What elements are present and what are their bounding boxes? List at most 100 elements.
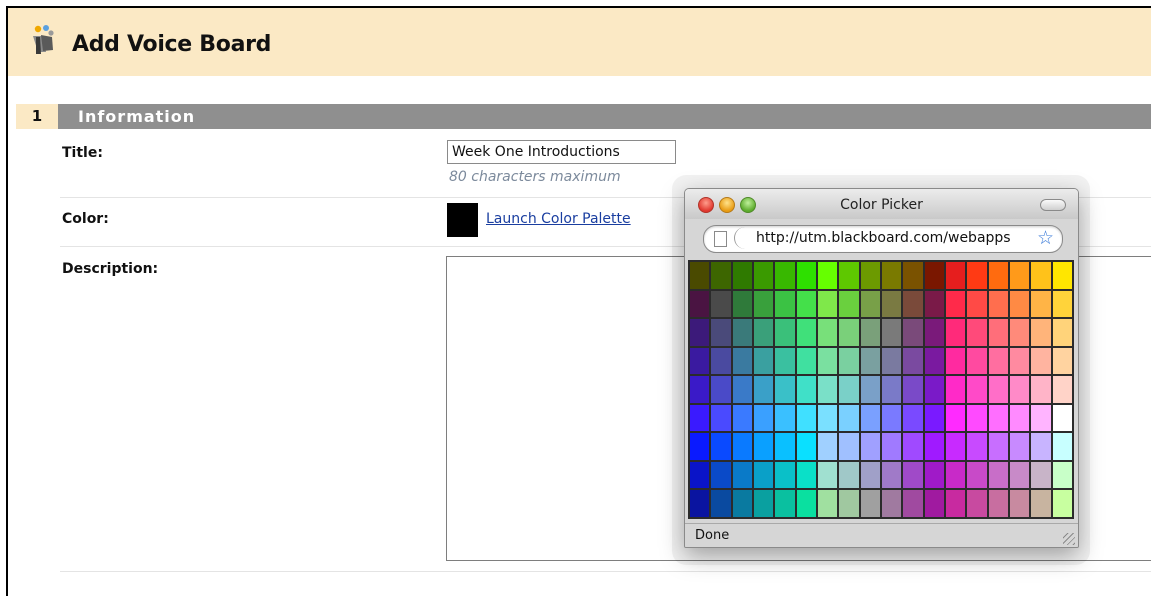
palette-color-swatch[interactable] [690, 347, 710, 375]
palette-color-swatch[interactable] [754, 347, 774, 375]
palette-color-swatch[interactable] [796, 433, 816, 460]
palette-color-swatch[interactable] [1052, 433, 1072, 460]
palette-color-swatch[interactable] [1052, 319, 1072, 346]
palette-color-swatch[interactable] [924, 347, 944, 375]
palette-color-swatch[interactable] [732, 433, 752, 460]
palette-color-swatch[interactable] [860, 433, 880, 460]
palette-color-swatch[interactable] [924, 376, 944, 403]
palette-color-swatch[interactable] [732, 490, 752, 517]
palette-color-swatch[interactable] [754, 290, 774, 318]
palette-color-swatch[interactable] [775, 347, 795, 375]
palette-color-swatch[interactable] [690, 404, 710, 432]
palette-color-swatch[interactable] [946, 290, 966, 318]
palette-color-swatch[interactable] [988, 404, 1008, 432]
palette-color-swatch[interactable] [690, 319, 710, 346]
palette-color-swatch[interactable] [796, 376, 816, 403]
palette-color-swatch[interactable] [860, 319, 880, 346]
palette-color-swatch[interactable] [796, 290, 816, 318]
palette-color-swatch[interactable] [860, 490, 880, 517]
palette-color-swatch[interactable] [754, 404, 774, 432]
palette-color-swatch[interactable] [860, 347, 880, 375]
palette-color-swatch[interactable] [818, 490, 838, 517]
palette-color-swatch[interactable] [1031, 319, 1051, 346]
palette-color-swatch[interactable] [775, 319, 795, 346]
palette-color-swatch[interactable] [924, 262, 944, 289]
palette-color-swatch[interactable] [711, 490, 731, 517]
palette-color-swatch[interactable] [839, 319, 859, 346]
palette-color-swatch[interactable] [946, 461, 966, 489]
palette-color-swatch[interactable] [967, 319, 987, 346]
palette-color-swatch[interactable] [882, 319, 902, 346]
palette-color-swatch[interactable] [903, 376, 923, 403]
palette-color-swatch[interactable] [903, 433, 923, 460]
palette-color-swatch[interactable] [775, 290, 795, 318]
palette-color-swatch[interactable] [732, 319, 752, 346]
palette-color-swatch[interactable] [839, 376, 859, 403]
palette-color-swatch[interactable] [860, 262, 880, 289]
palette-color-swatch[interactable] [690, 376, 710, 403]
palette-color-swatch[interactable] [711, 404, 731, 432]
palette-color-swatch[interactable] [1010, 290, 1030, 318]
palette-color-swatch[interactable] [882, 347, 902, 375]
palette-color-swatch[interactable] [1010, 262, 1030, 289]
resize-grip-icon[interactable] [1063, 533, 1075, 545]
palette-color-swatch[interactable] [711, 461, 731, 489]
palette-color-swatch[interactable] [711, 262, 731, 289]
palette-color-swatch[interactable] [1052, 347, 1072, 375]
palette-color-swatch[interactable] [711, 290, 731, 318]
palette-color-swatch[interactable] [839, 433, 859, 460]
palette-color-swatch[interactable] [860, 404, 880, 432]
palette-color-swatch[interactable] [818, 262, 838, 289]
palette-color-swatch[interactable] [967, 347, 987, 375]
palette-color-swatch[interactable] [1031, 290, 1051, 318]
palette-color-swatch[interactable] [860, 461, 880, 489]
palette-color-swatch[interactable] [839, 404, 859, 432]
palette-color-swatch[interactable] [1010, 347, 1030, 375]
palette-color-swatch[interactable] [775, 376, 795, 403]
palette-color-swatch[interactable] [924, 461, 944, 489]
palette-color-swatch[interactable] [882, 433, 902, 460]
palette-color-swatch[interactable] [818, 433, 838, 460]
palette-color-swatch[interactable] [903, 490, 923, 517]
palette-color-swatch[interactable] [754, 319, 774, 346]
palette-color-swatch[interactable] [711, 433, 731, 460]
palette-color-swatch[interactable] [924, 319, 944, 346]
palette-color-swatch[interactable] [1031, 347, 1051, 375]
palette-color-swatch[interactable] [1010, 319, 1030, 346]
palette-color-swatch[interactable] [882, 490, 902, 517]
palette-color-swatch[interactable] [967, 376, 987, 403]
palette-color-swatch[interactable] [924, 490, 944, 517]
toolbar-toggle-button[interactable] [1040, 199, 1066, 211]
palette-color-swatch[interactable] [775, 461, 795, 489]
palette-color-swatch[interactable] [732, 461, 752, 489]
palette-color-swatch[interactable] [946, 319, 966, 346]
palette-color-swatch[interactable] [946, 262, 966, 289]
palette-color-swatch[interactable] [903, 319, 923, 346]
palette-color-swatch[interactable] [946, 376, 966, 403]
palette-color-swatch[interactable] [839, 347, 859, 375]
palette-color-swatch[interactable] [796, 461, 816, 489]
palette-color-swatch[interactable] [924, 404, 944, 432]
launch-color-palette-link[interactable]: Launch Color Palette [486, 211, 631, 227]
palette-color-swatch[interactable] [903, 347, 923, 375]
palette-color-swatch[interactable] [711, 376, 731, 403]
palette-color-swatch[interactable] [711, 319, 731, 346]
palette-color-swatch[interactable] [1031, 376, 1051, 403]
palette-color-swatch[interactable] [818, 319, 838, 346]
palette-color-swatch[interactable] [967, 262, 987, 289]
palette-color-swatch[interactable] [1052, 461, 1072, 489]
palette-color-swatch[interactable] [754, 376, 774, 403]
palette-color-swatch[interactable] [1010, 461, 1030, 489]
palette-color-swatch[interactable] [754, 461, 774, 489]
palette-color-swatch[interactable] [732, 262, 752, 289]
palette-color-swatch[interactable] [882, 290, 902, 318]
palette-color-swatch[interactable] [1031, 461, 1051, 489]
palette-color-swatch[interactable] [882, 376, 902, 403]
palette-color-swatch[interactable] [818, 376, 838, 403]
palette-color-swatch[interactable] [967, 490, 987, 517]
palette-color-swatch[interactable] [882, 404, 902, 432]
bookmark-star-icon[interactable]: ☆ [1037, 227, 1054, 249]
palette-color-swatch[interactable] [967, 404, 987, 432]
palette-color-swatch[interactable] [1052, 290, 1072, 318]
palette-color-swatch[interactable] [818, 404, 838, 432]
